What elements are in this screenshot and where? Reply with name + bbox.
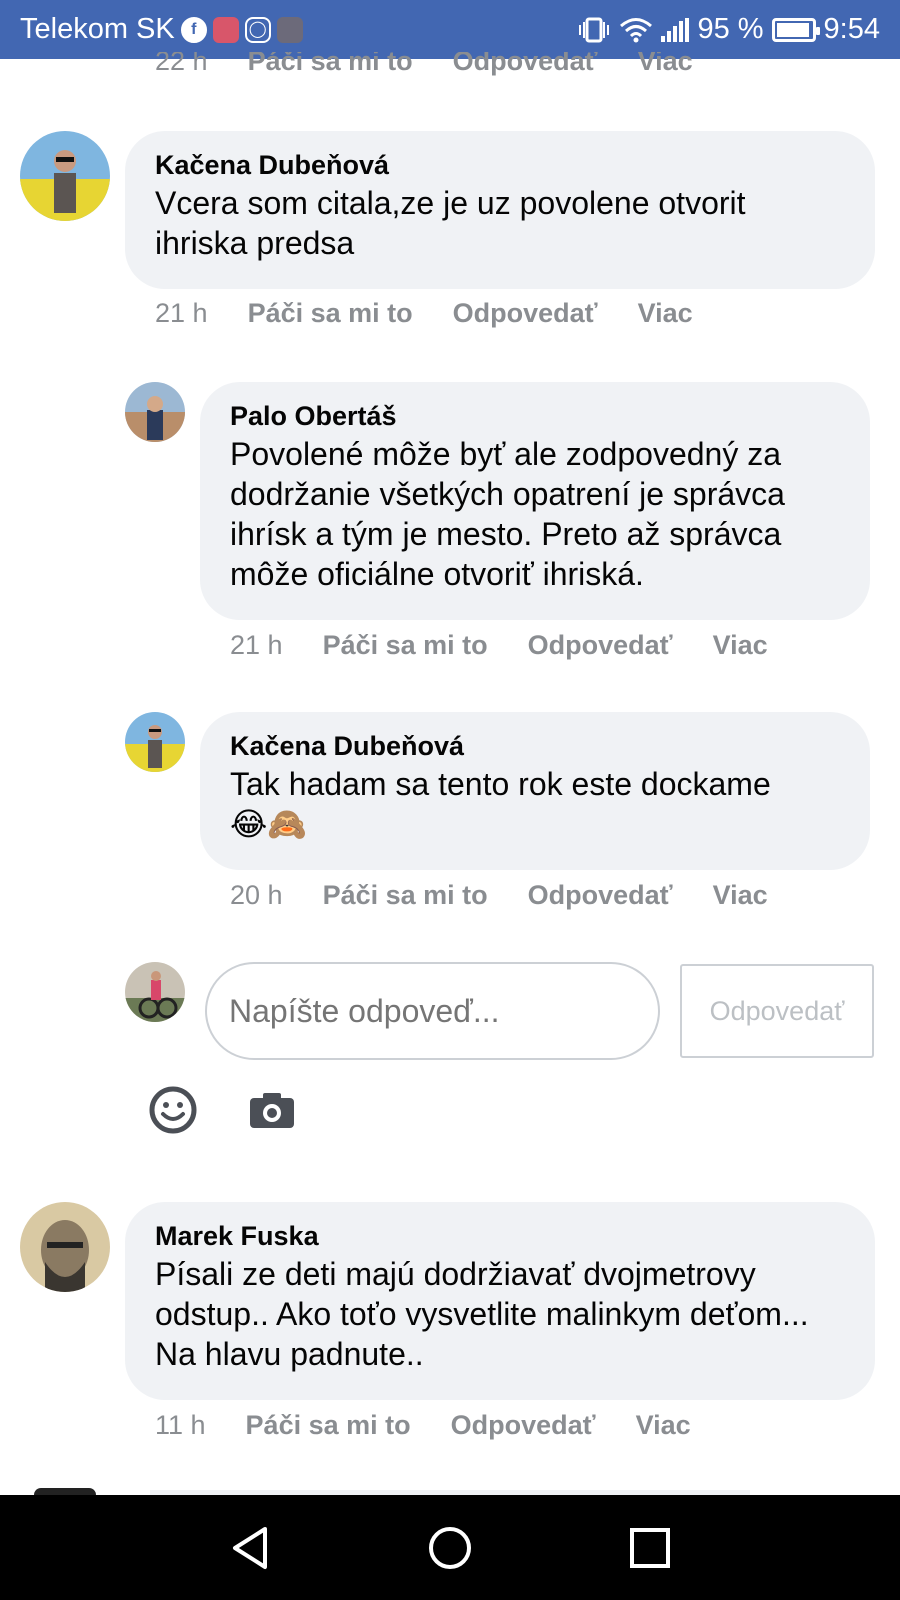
back-icon[interactable] bbox=[225, 1523, 275, 1573]
carrier-name: Telekom SK bbox=[20, 13, 175, 45]
comment-text: Povolené môže byť ale zodpovedný za dodr… bbox=[230, 436, 785, 592]
camera-icon[interactable] bbox=[250, 1092, 294, 1128]
comment-bubble: Palo Obertáš Povolené môže byť ale zodpo… bbox=[200, 382, 870, 620]
emoji-icon[interactable] bbox=[149, 1086, 197, 1134]
comment-actions: 21 h Páči sa mi to Odpovedať Viac bbox=[230, 630, 768, 661]
signal-icon bbox=[661, 17, 690, 42]
comment-actions: 11 h Páči sa mi to Odpovedať Viac bbox=[155, 1410, 691, 1441]
instagram-icon: ◯ bbox=[244, 16, 271, 43]
status-bar-left: Telekom SK f ◯ bbox=[20, 13, 303, 46]
like-button[interactable]: Páči sa mi to bbox=[246, 1410, 411, 1441]
reply-link[interactable]: Odpovedať bbox=[453, 52, 598, 76]
comment-time: 20 h bbox=[230, 880, 283, 910]
current-user-avatar bbox=[125, 962, 185, 1022]
comment-actions: 21 h Páči sa mi to Odpovedať Viac bbox=[155, 298, 693, 329]
comment-bubble: Kačena Dubeňová Vcera som citala,ze je u… bbox=[125, 131, 875, 289]
reply-link[interactable]: Odpovedať bbox=[453, 298, 598, 329]
reply-link[interactable]: Odpovedať bbox=[528, 880, 673, 911]
comment-text: Tak hadam sa tento rok este dockame bbox=[230, 766, 771, 802]
avatar[interactable] bbox=[125, 382, 185, 442]
like-button[interactable]: Páči sa mi to bbox=[248, 52, 413, 76]
reply-input[interactable] bbox=[205, 962, 660, 1060]
like-button[interactable]: Páči sa mi to bbox=[323, 880, 488, 911]
battery-percent: 95 % bbox=[697, 13, 764, 45]
comment-actions: 20 h Páči sa mi to Odpovedať Viac bbox=[230, 880, 768, 911]
gallery-icon bbox=[276, 16, 303, 43]
like-button[interactable]: Páči sa mi to bbox=[248, 298, 413, 329]
comment-author[interactable]: Palo Obertáš bbox=[230, 398, 840, 434]
more-link[interactable]: Viac bbox=[713, 880, 768, 911]
more-link[interactable]: Viac bbox=[638, 298, 693, 329]
navigation-bar bbox=[0, 1495, 900, 1600]
comment-time: 11 h bbox=[155, 1410, 206, 1440]
comment-bubble: Marek Fuska Písali ze deti majú dodržiav… bbox=[125, 1202, 875, 1400]
avatar[interactable] bbox=[125, 712, 185, 772]
comment-bubble: Kačena Dubeňová Tak hadam sa tento rok e… bbox=[200, 712, 870, 870]
wifi-icon bbox=[620, 17, 653, 42]
comment-author[interactable]: Kačena Dubeňová bbox=[155, 147, 845, 183]
status-bar-right: 95 % 9:54 bbox=[577, 13, 880, 46]
vibrate-icon bbox=[579, 17, 610, 42]
huawei-icon bbox=[212, 16, 239, 43]
avatar[interactable] bbox=[20, 131, 110, 221]
avatar[interactable] bbox=[20, 1202, 110, 1292]
home-icon[interactable] bbox=[425, 1523, 475, 1573]
comment-text: Písali ze deti majú dodržiavať dvojmetro… bbox=[155, 1256, 809, 1372]
status-bar: Telekom SK f ◯ 95 % 9:54 bbox=[0, 0, 900, 59]
reply-link[interactable]: Odpovedať bbox=[451, 1410, 596, 1441]
comment-time: 21 h bbox=[230, 630, 283, 660]
comment-author[interactable]: Marek Fuska bbox=[155, 1218, 845, 1254]
more-link[interactable]: Viac bbox=[713, 630, 768, 661]
comment-time: 22 h bbox=[155, 52, 208, 76]
more-link[interactable]: Viac bbox=[638, 52, 693, 76]
comment-time: 21 h bbox=[155, 298, 208, 328]
status-time: 9:54 bbox=[823, 13, 880, 45]
facebook-icon: f bbox=[180, 16, 207, 43]
reply-submit-button[interactable]: Odpovedať bbox=[680, 964, 874, 1058]
previous-comment-actions: 22 h Páči sa mi to Odpovedať Viac bbox=[155, 52, 693, 78]
comment-emojis: 😂🙈 bbox=[230, 806, 308, 842]
recents-icon[interactable] bbox=[625, 1523, 675, 1573]
comment-text: Vcera som citala,ze je uz povolene otvor… bbox=[155, 185, 746, 261]
more-link[interactable]: Viac bbox=[636, 1410, 691, 1441]
next-comment-avatar bbox=[34, 1488, 96, 1495]
like-button[interactable]: Páči sa mi to bbox=[323, 630, 488, 661]
battery-icon bbox=[771, 17, 820, 42]
reply-link[interactable]: Odpovedať bbox=[528, 630, 673, 661]
comment-author[interactable]: Kačena Dubeňová bbox=[230, 728, 840, 764]
